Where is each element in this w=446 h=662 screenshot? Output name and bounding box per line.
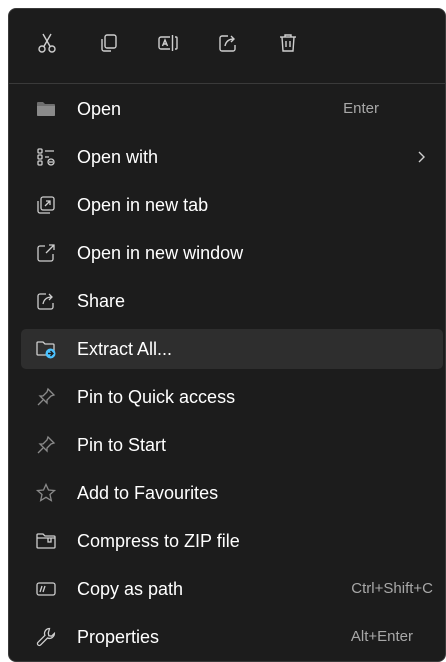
menu-item-label: Pin to Quick access bbox=[77, 387, 236, 407]
menu-item-label: Open bbox=[77, 99, 122, 119]
menu-item-pin-to-quick-access[interactable]: Pin to Quick access bbox=[21, 377, 443, 417]
menu-item-label: Pin to Start bbox=[77, 435, 167, 455]
menu-item-pin-to-start[interactable]: Pin to Start bbox=[21, 425, 443, 465]
menu-item-compress-to-zip[interactable]: Compress to ZIP file bbox=[21, 521, 443, 561]
menu-item-shortcut: Ctrl+Shift+C bbox=[351, 580, 433, 597]
cut-button[interactable] bbox=[31, 27, 63, 59]
wrench-icon bbox=[35, 626, 57, 648]
share-icon bbox=[35, 290, 57, 312]
menu-item-label: Extract All... bbox=[77, 339, 173, 359]
rename-icon bbox=[156, 31, 180, 55]
extract-folder-icon bbox=[35, 338, 57, 360]
menu-item-label: Properties bbox=[77, 627, 160, 647]
menu-item-copy-as-path[interactable]: Copy as path Ctrl+Shift+C bbox=[21, 569, 443, 609]
menu-item-label: Add to Favourites bbox=[77, 483, 219, 503]
menu-item-label: Open with bbox=[77, 147, 159, 167]
toolbar-divider bbox=[9, 83, 445, 84]
folder-icon bbox=[35, 98, 57, 120]
zip-folder-icon bbox=[35, 530, 57, 552]
share-icon bbox=[216, 31, 240, 55]
menu-item-shortcut: Alt+Enter bbox=[350, 628, 413, 645]
star-icon bbox=[35, 482, 57, 504]
quick-actions-toolbar bbox=[9, 9, 445, 83]
copy-button[interactable] bbox=[92, 27, 124, 59]
menu-item-open-in-new-tab[interactable]: Open in new tab bbox=[21, 185, 443, 225]
menu-item-open[interactable]: Open Enter bbox=[21, 89, 443, 129]
menu-item-label: Open in new tab bbox=[77, 195, 209, 215]
menu-item-shortcut: Enter bbox=[343, 100, 379, 117]
copy-path-icon bbox=[35, 578, 57, 600]
new-tab-icon bbox=[35, 194, 57, 216]
menu-item-add-to-favourites[interactable]: Add to Favourites bbox=[21, 473, 443, 513]
menu-item-extract-all[interactable]: Extract All... bbox=[21, 329, 443, 369]
copy-icon bbox=[96, 31, 120, 55]
pin-icon bbox=[35, 434, 57, 456]
new-window-icon bbox=[35, 242, 57, 264]
rename-button[interactable] bbox=[152, 27, 184, 59]
delete-button[interactable] bbox=[272, 27, 304, 59]
context-menu: Open Enter Open with Open in new tab Ope… bbox=[8, 8, 446, 662]
menu-item-label: Open in new window bbox=[77, 243, 244, 263]
menu-item-share[interactable]: Share bbox=[21, 281, 443, 321]
chevron-right-icon bbox=[413, 149, 429, 165]
menu-item-open-in-new-window[interactable]: Open in new window bbox=[21, 233, 443, 273]
scissors-icon bbox=[35, 31, 59, 55]
menu-item-label: Compress to ZIP file bbox=[77, 531, 240, 551]
pin-icon bbox=[35, 386, 57, 408]
open-with-icon bbox=[35, 146, 57, 168]
trash-icon bbox=[276, 31, 300, 55]
menu-item-open-with[interactable]: Open with bbox=[21, 137, 443, 177]
menu-item-label: Copy as path bbox=[77, 579, 184, 599]
menu-item-properties[interactable]: Properties Alt+Enter bbox=[21, 617, 443, 657]
menu-item-label: Share bbox=[77, 291, 126, 311]
share-button[interactable] bbox=[212, 27, 244, 59]
